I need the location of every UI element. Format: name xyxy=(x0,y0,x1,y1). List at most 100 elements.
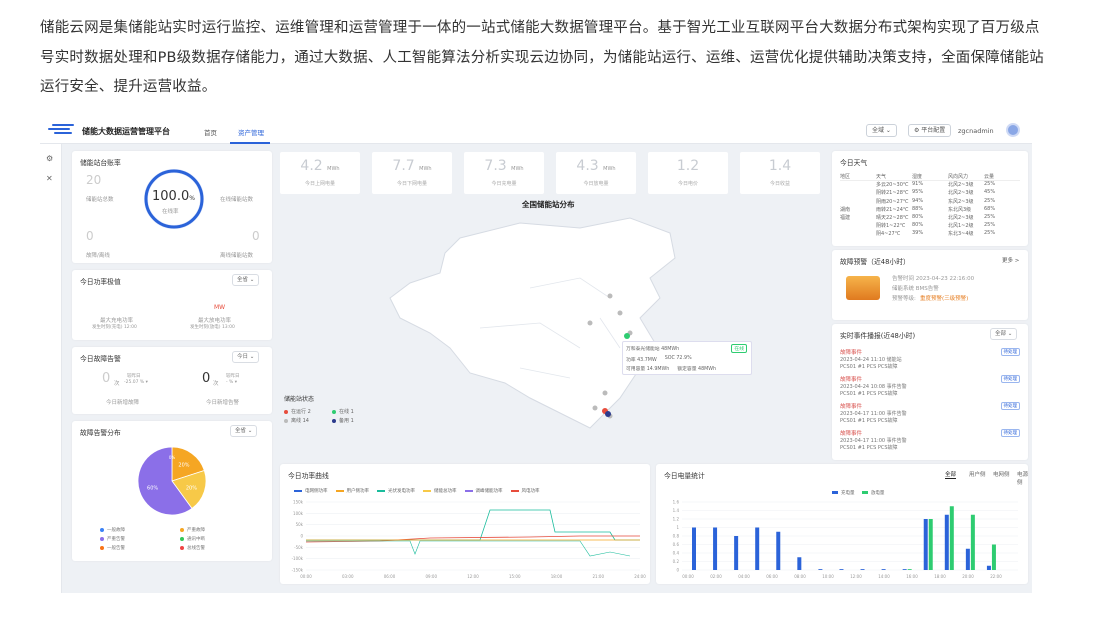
event-type: 故障事件 xyxy=(840,350,863,356)
kpi-number: 4.2 xyxy=(300,158,323,174)
weather-cell xyxy=(840,198,876,206)
map-legend-item: 在线 1 xyxy=(332,408,380,417)
energy-legend: 充电量 放电量 xyxy=(832,490,884,496)
kpi-card: 7.7 MWh 今日下网电量 xyxy=(372,152,452,194)
legend-label: 风电功率 xyxy=(521,489,540,494)
username[interactable]: zgcnadmin xyxy=(958,127,994,135)
nav-home[interactable]: 首页 xyxy=(204,127,217,137)
kpi-label: 今日收益 xyxy=(769,181,790,187)
x-tick-label: 09:00 xyxy=(425,574,437,579)
y-tick-label: 0 xyxy=(676,568,679,573)
energy-tab[interactable]: 用户侧 xyxy=(969,470,986,478)
weather-cell: 东北3~4级 xyxy=(948,231,974,238)
fault-warning-more-link[interactable]: 更多 > xyxy=(1002,256,1019,264)
weather-cell: 阴雨20~27℃ xyxy=(876,198,909,205)
weather-cell: 湖南 xyxy=(840,206,851,213)
close-icon[interactable]: ✕ xyxy=(46,174,53,183)
energy-stats-title: 今日电量统计 xyxy=(664,472,705,480)
legend-dot xyxy=(423,489,431,492)
region-select[interactable]: 全域 ⌄ xyxy=(866,124,897,137)
event-item[interactable]: 故障事件 2023-04-17 11:00 事件告警 PCS01 #1 PCS PC… xyxy=(840,429,1020,451)
battery-warning-icon xyxy=(846,276,880,300)
legend-label: 在运行 2 xyxy=(291,409,311,415)
online-rate-value: 100.0% xyxy=(152,189,195,204)
event-status-tag[interactable]: 待处理 xyxy=(1000,402,1020,410)
event-time: 2023-04-17 11:00 事件告警 xyxy=(840,438,907,444)
x-tick-label: 06:00 xyxy=(766,574,778,579)
weather-cell: 北风2~3级 xyxy=(948,214,974,221)
gear-icon[interactable]: ⚙ xyxy=(46,154,53,163)
kpi-label: 今日下网电量 xyxy=(396,181,427,187)
charge-bar xyxy=(818,569,823,570)
kpi-label: 今日充电量 xyxy=(491,181,517,187)
pie-slice-label: 20% xyxy=(178,462,189,468)
fault-today-select[interactable]: 今日 ⌄ xyxy=(232,351,260,363)
y-tick-label: -100k xyxy=(292,556,304,561)
event-time: 2023-04-17 11:00 事件告警 xyxy=(840,411,907,417)
kpi-card: 4.3 MWh 今日放电量 xyxy=(556,152,636,194)
new-alarm-meta2: - % ▾ xyxy=(226,380,238,385)
legend-label: 严重故障 xyxy=(187,528,205,533)
energy-tab[interactable]: 全部 xyxy=(945,470,957,479)
weather-cell: 68% xyxy=(984,205,996,212)
pie-legend-item: 通讯中断 xyxy=(180,536,260,543)
curve-legend-item: 储能总功率 xyxy=(423,489,457,494)
curve-pv xyxy=(306,509,640,541)
discharge-bar xyxy=(949,506,954,570)
x-tick-label: 18:00 xyxy=(551,574,563,579)
x-tick-label: 02:00 xyxy=(710,574,722,579)
legend-label: 备用 1 xyxy=(339,418,354,424)
event-item[interactable]: 故障事件 2023-04-17 11:00 事件告警 PCS01 #1 PCS PC… xyxy=(840,402,1020,424)
dashboard-screenshot: 储能大数据运营管理平台 首页 资产管理 全域 ⌄ ⚙ 平台配置 zgcnadmi… xyxy=(40,118,1032,593)
platform-config-button[interactable]: ⚙ 平台配置 xyxy=(908,124,952,137)
avatar[interactable] xyxy=(1006,123,1020,137)
event-item[interactable]: 故障事件 2023-04-24 10:08 事件告警 PCS01 #1 PCS PC… xyxy=(840,375,1020,397)
x-tick-label: 10:00 xyxy=(822,574,834,579)
nav-asset[interactable]: 资产管理 xyxy=(238,127,264,137)
fault-dist-select[interactable]: 全省 ⌄ xyxy=(230,425,258,437)
event-item[interactable]: 故障事件 2023-04-24 11:10 储能站 PCS01 #1 PCS PCS… xyxy=(840,348,1020,370)
y-tick-label: 100k xyxy=(293,511,304,516)
legend-label: 通讯中断 xyxy=(187,537,205,542)
legend-label: 一般故障 xyxy=(107,528,125,533)
kpi-value: 4.3 MWh xyxy=(556,158,636,174)
tooltip-status-tag: 在线 xyxy=(731,344,747,353)
power-curve-panel: 今日功率曲线 电网侧功率 用户侧功率 光伏发电功率 储能总功率 调峰储能功率 风电功率 1… xyxy=(280,464,650,584)
legend-dot xyxy=(100,527,104,532)
map-legend-title: 储能站状态 xyxy=(284,396,315,403)
y-tick-label: -50k xyxy=(294,545,304,550)
new-fault-meta1: 较昨日 xyxy=(127,374,141,379)
events-select[interactable]: 全部 ⌄ xyxy=(990,328,1018,340)
event-status-tag[interactable]: 待处理 xyxy=(1000,375,1020,383)
map-title: 全国储能站分布 xyxy=(522,200,575,209)
weather-cell xyxy=(840,222,876,230)
legend-dot xyxy=(180,536,184,541)
charge-bar xyxy=(797,557,802,570)
new-fault-meta2: -25.07 % ▾ xyxy=(124,380,148,385)
weather-cell: 福建 xyxy=(840,214,851,221)
charge-bar xyxy=(839,569,844,570)
map-tooltip: 万和泰光储能站 48MWh 在线 功率 43.7MW SOC 72.9% 可用容量… xyxy=(622,341,752,375)
power-region-select[interactable]: 全省 ⌄ xyxy=(232,274,260,286)
weather-header-cell: 地区 xyxy=(840,174,851,180)
legend-dot xyxy=(510,489,519,492)
kpi-card: 4.2 MWh 今日上网电量 xyxy=(280,152,360,194)
legend-label: 离线 14 xyxy=(291,418,309,424)
left-rail: ⚙ ✕ xyxy=(40,144,62,593)
event-status-tag[interactable]: 待处理 xyxy=(1000,348,1020,356)
power-curve-chart: 150k 100k 50k 0 -50k -100k -150k00:00 03:00 06:0… xyxy=(292,500,647,580)
x-tick-label: 15:00 xyxy=(509,574,521,579)
weather-cell: 91% xyxy=(912,181,924,188)
energy-tab[interactable]: 电源侧 xyxy=(1017,470,1028,486)
power-curve-title: 今日功率曲线 xyxy=(288,472,329,480)
event-status-tag[interactable]: 待处理 xyxy=(1000,429,1020,437)
energy-tab[interactable]: 电网侧 xyxy=(993,470,1010,478)
x-tick-label: 24:00 xyxy=(634,574,646,579)
kpi-card: 7.3 MWh 今日充电量 xyxy=(464,152,544,194)
x-tick-label: 16:00 xyxy=(906,574,918,579)
y-tick-label: 0.4 xyxy=(673,551,680,556)
legend-dot xyxy=(294,489,302,492)
event-time: 2023-04-24 11:10 储能站 xyxy=(840,357,902,363)
station-overview-title: 储能站台账率 xyxy=(80,159,121,167)
kpi-value: 7.3 MWh xyxy=(464,158,544,174)
